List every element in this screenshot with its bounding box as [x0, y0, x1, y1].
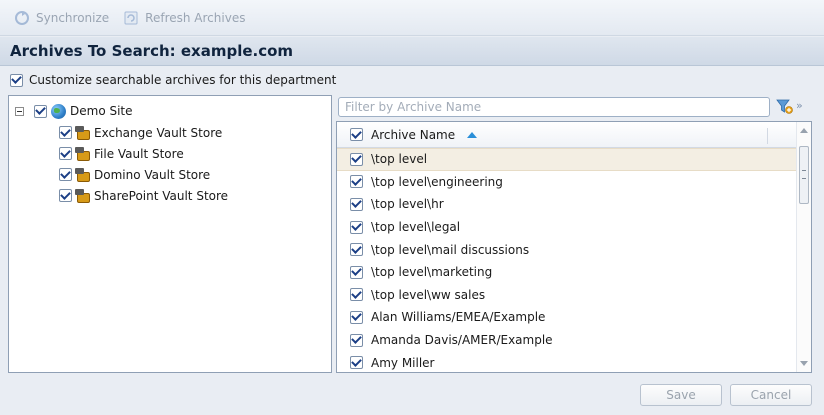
tree-item-sharepoint-vault-store[interactable]: SharePoint Vault Store: [59, 185, 228, 206]
tree-item-label: SharePoint Vault Store: [94, 188, 229, 203]
table-row[interactable]: \top level\mail discussions: [337, 238, 797, 261]
vault-store-icon: [75, 146, 91, 161]
collapse-icon[interactable]: [15, 106, 24, 116]
scrollbar-thumb[interactable]: [799, 146, 809, 204]
tree-item-exchange-vault-store[interactable]: Exchange Vault Store: [59, 122, 228, 143]
row-checkbox[interactable]: [350, 310, 363, 324]
vault-store-icon: [75, 125, 91, 140]
select-all-checkbox[interactable]: [350, 128, 363, 141]
row-checkbox[interactable]: [350, 197, 363, 211]
row-checkbox[interactable]: [350, 220, 363, 234]
tree-item-label: File Vault Store: [94, 146, 184, 161]
customize-checkbox[interactable]: [10, 73, 23, 87]
filter-icon[interactable]: [776, 99, 794, 115]
table-row[interactable]: \top level\engineering: [337, 171, 797, 194]
row-checkbox[interactable]: [350, 265, 363, 279]
synchronize-button[interactable]: Synchronize: [14, 10, 109, 26]
customize-label: Customize searchable archives for this d…: [29, 73, 337, 87]
tree-root-checkbox[interactable]: [34, 104, 47, 118]
tree-item-label: Domino Vault Store: [94, 167, 211, 182]
filter-input[interactable]: [338, 97, 770, 117]
archive-name: \top level\hr: [371, 197, 444, 212]
vault-store-icon: [75, 188, 91, 203]
dialog-footer: Save Cancel: [0, 374, 824, 415]
globe-icon: [51, 103, 66, 119]
refresh-icon: [124, 11, 138, 24]
row-checkbox[interactable]: [350, 243, 363, 257]
grid-rows: \top level \top level\engineering \top l…: [337, 148, 797, 372]
tree-item-checkbox[interactable]: [59, 189, 72, 202]
archive-list-panel: » Archive Name \top level \top level\eng…: [336, 95, 812, 373]
cancel-button[interactable]: Cancel: [730, 384, 812, 406]
grid-header: Archive Name: [337, 122, 797, 148]
archive-grid: Archive Name \top level \top level\engin…: [336, 121, 812, 373]
site-tree-panel: Demo Site Exchange Vault Store File Vaul…: [8, 95, 332, 373]
customize-checkbox-row[interactable]: Customize searchable archives for this d…: [10, 70, 336, 90]
double-chevron-down-icon[interactable]: »: [796, 98, 808, 114]
table-row[interactable]: Alan Williams/EMEA/Example: [337, 306, 797, 329]
tree-root-label: Demo Site: [70, 104, 133, 118]
tree-root-demo-site[interactable]: Demo Site: [15, 102, 133, 120]
sort-ascending-icon: [467, 131, 478, 138]
vertical-scrollbar[interactable]: [796, 122, 811, 372]
scroll-down-icon[interactable]: [800, 361, 808, 366]
filter-row: »: [336, 97, 812, 117]
row-checkbox[interactable]: [350, 152, 363, 166]
page-title: Archives To Search: example.com: [0, 37, 824, 66]
table-row[interactable]: Amanda Davis/AMER/Example: [337, 329, 797, 352]
sync-icon: [15, 10, 29, 25]
tree-item-label: Exchange Vault Store: [94, 125, 223, 140]
save-button[interactable]: Save: [640, 384, 722, 406]
row-checkbox[interactable]: [350, 175, 363, 189]
table-row[interactable]: Amy Miller: [337, 351, 797, 372]
row-checkbox[interactable]: [350, 333, 363, 347]
scroll-up-icon[interactable]: [800, 128, 808, 133]
archive-name: \top level\engineering: [371, 174, 503, 189]
tree-item-checkbox[interactable]: [59, 126, 72, 139]
archive-name: \top level\ww sales: [371, 287, 486, 302]
synchronize-label: Synchronize: [36, 10, 110, 25]
table-row[interactable]: \top level\marketing: [337, 261, 797, 284]
tree-item-domino-vault-store[interactable]: Domino Vault Store: [59, 164, 228, 185]
vault-store-icon: [75, 167, 91, 182]
tree-item-checkbox[interactable]: [59, 168, 72, 181]
table-row[interactable]: \top level\hr: [337, 193, 797, 216]
column-header-archive-name[interactable]: Archive Name: [371, 128, 455, 142]
archive-name: Alan Williams/EMEA/Example: [371, 310, 546, 325]
archive-name: Amanda Davis/AMER/Example: [371, 333, 553, 348]
archive-name: \top level\legal: [371, 220, 461, 235]
archive-name: \top level\mail discussions: [371, 242, 530, 257]
archive-name: \top level: [371, 152, 428, 167]
row-checkbox[interactable]: [350, 356, 363, 370]
table-row[interactable]: \top level\ww sales: [337, 284, 797, 307]
refresh-archives-label: Refresh Archives: [145, 10, 246, 25]
tree-item-checkbox[interactable]: [59, 147, 72, 160]
refresh-archives-button[interactable]: Refresh Archives: [123, 10, 245, 26]
column-separator[interactable]: [767, 128, 768, 144]
toolbar: Synchronize Refresh Archives: [0, 0, 824, 36]
tree-item-file-vault-store[interactable]: File Vault Store: [59, 143, 228, 164]
table-row[interactable]: \top level\legal: [337, 216, 797, 239]
archive-name: Amy Miller: [371, 355, 435, 370]
row-checkbox[interactable]: [350, 288, 363, 302]
tree-children: Exchange Vault Store File Vault Store Do…: [59, 122, 228, 206]
archive-name: \top level\marketing: [371, 265, 493, 280]
table-row[interactable]: \top level: [337, 148, 797, 171]
